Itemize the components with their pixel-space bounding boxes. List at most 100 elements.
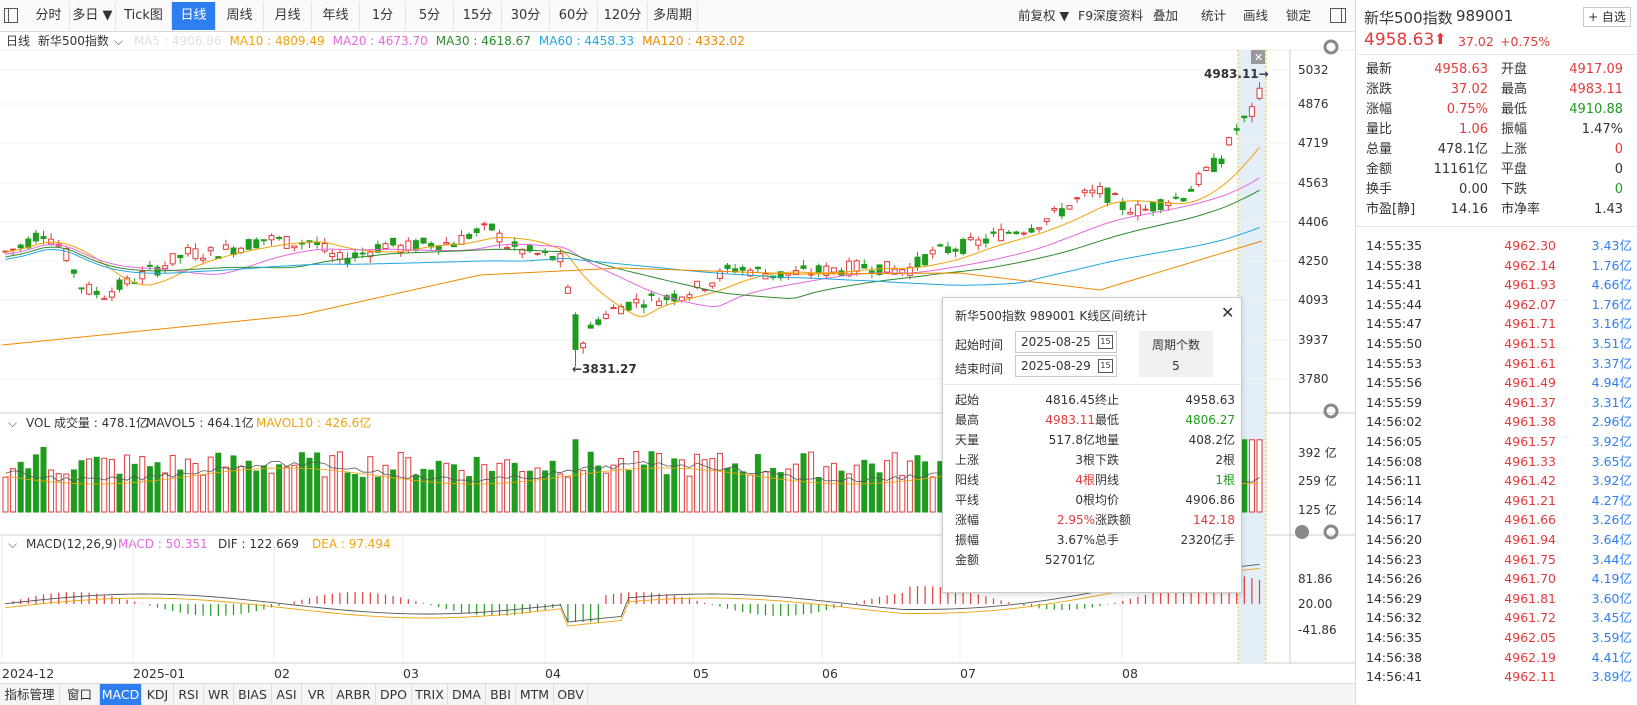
start-date-field[interactable]: 2025-08-25 15: [1015, 331, 1117, 353]
stat-label: 阴线: [1095, 473, 1120, 487]
tab-indicator-14[interactable]: MTM: [516, 684, 554, 705]
candle-body: [169, 253, 176, 265]
tick-volume: 3.59亿: [1591, 630, 1632, 645]
stat-label: 阳线: [955, 473, 980, 487]
quote-value: 0.75%: [1446, 102, 1488, 117]
tick-row: 14:56:38 4962.19 4.41亿: [1364, 648, 1632, 668]
tab-indicator-0[interactable]: 指标管理: [0, 684, 60, 705]
candle-body: [420, 237, 427, 244]
calendar-icon[interactable]: 15: [1098, 335, 1113, 349]
tab-indicator-2[interactable]: MACD: [100, 684, 142, 705]
tick-row: 14:56:17 4961.66 3.26亿: [1364, 510, 1632, 530]
tab-period-8[interactable]: 5分: [406, 2, 454, 30]
candle-body: [922, 254, 929, 266]
quote-label: 最低: [1501, 102, 1528, 117]
end-date-value: 2025-08-29: [1021, 359, 1091, 373]
tab-indicator-7[interactable]: ASI: [272, 684, 302, 705]
quote-value: 4910.88: [1569, 102, 1623, 117]
tab-indicator-11[interactable]: TRIX: [412, 684, 448, 705]
stat-value: 408.2亿: [1188, 433, 1235, 447]
quote-label: 振幅: [1501, 122, 1528, 137]
toolbar-tool-3[interactable]: 统计: [1201, 2, 1226, 30]
candle-body: [1096, 186, 1103, 195]
tick-volume: 3.16亿: [1591, 316, 1632, 332]
tick-time: 14:56:26: [1366, 571, 1423, 587]
candle-body: [1210, 157, 1217, 173]
tab-indicator-5[interactable]: WR: [204, 684, 234, 705]
tick-volume: 4.27亿: [1591, 492, 1632, 508]
volume-bar: [716, 452, 723, 513]
tab-period-4[interactable]: 周线: [216, 2, 264, 30]
volume-bar: [238, 466, 245, 513]
tab-indicator-9[interactable]: ARBR: [332, 684, 376, 705]
close-icon[interactable]: ✕: [1221, 303, 1234, 322]
tab-indicator-6[interactable]: BIAS: [234, 684, 272, 705]
tick-price: 4961.94: [1504, 532, 1556, 547]
stat-value: 1根: [1215, 473, 1235, 487]
period-count-box: 周期个数 5: [1139, 331, 1213, 377]
toolbar-tool-4[interactable]: 画线: [1243, 2, 1268, 30]
candle-body: [724, 264, 731, 269]
tick-price: 4962.07: [1504, 296, 1556, 312]
tab-period-5[interactable]: 月线: [264, 2, 312, 30]
tick-price: 4961.38: [1504, 414, 1556, 430]
candle-body: [1028, 228, 1035, 233]
volume-bar: [222, 466, 229, 513]
toolbar-tool-1[interactable]: F9深度资料: [1078, 2, 1143, 30]
tab-period-0[interactable]: 分时: [28, 2, 70, 30]
tab-indicator-8[interactable]: VR: [302, 684, 332, 705]
tick-time: 14:56:11: [1366, 473, 1423, 489]
tick-price: 4961.72: [1504, 610, 1556, 626]
tab-period-7[interactable]: 1分: [360, 2, 406, 30]
candle-body: [504, 246, 511, 250]
toolbar-tool-2[interactable]: 叠加: [1153, 2, 1178, 30]
tab-period-2[interactable]: Tick图: [116, 2, 172, 30]
tab-period-1[interactable]: 多日 ▼: [70, 2, 116, 30]
toolbar-tool-0[interactable]: 前复权 ▼: [1018, 2, 1069, 30]
tab-indicator-4[interactable]: RSI: [174, 684, 204, 705]
volume-bar: [169, 454, 176, 513]
tab-period-11[interactable]: 60分: [550, 2, 598, 30]
sidebar-toggle-icon[interactable]: [4, 8, 18, 23]
tab-period-12[interactable]: 120分: [598, 2, 648, 30]
panel-toggle-icon[interactable]: [1330, 8, 1346, 23]
volume-bar: [625, 470, 632, 513]
tab-indicator-15[interactable]: OBV: [554, 684, 588, 705]
tab-period-13[interactable]: 多周期: [648, 2, 698, 30]
macd-tick: 81.86: [1298, 572, 1332, 586]
volume-bar: [618, 458, 625, 513]
quote-divider: [1356, 54, 1637, 55]
quote-name: 新华500指数: [1364, 9, 1453, 27]
tab-period-10[interactable]: 30分: [502, 2, 550, 30]
tick-volume: 4.66亿: [1591, 277, 1632, 293]
price-tick: 4719: [1298, 136, 1329, 150]
low-price-marker: ←3831.27: [572, 362, 637, 376]
tab-period-9[interactable]: 15分: [454, 2, 502, 30]
tick-time: 14:56:29: [1366, 590, 1423, 606]
tab-period-6[interactable]: 年线: [312, 2, 360, 30]
candle-body: [1005, 231, 1012, 234]
tab-indicator-3[interactable]: KDJ: [142, 684, 174, 705]
candle-body: [709, 282, 716, 287]
candle-body: [101, 297, 108, 301]
toolbar-tool-5[interactable]: 锁定: [1286, 2, 1311, 30]
volume-bar: [124, 454, 131, 513]
x-axis-label: 07: [960, 666, 976, 681]
volume-bar: [139, 456, 146, 513]
tab-indicator-10[interactable]: DPO: [376, 684, 412, 705]
candle-body: [602, 313, 609, 319]
tab-indicator-1[interactable]: 窗口: [60, 684, 100, 705]
tab-indicator-12[interactable]: DMA: [448, 684, 486, 705]
tab-period-3[interactable]: 日线: [172, 2, 216, 30]
volume-bar: [154, 462, 161, 513]
volume-bar: [131, 463, 138, 513]
candle-body: [1248, 106, 1255, 117]
tick-row: 14:56:14 4961.21 4.27亿: [1364, 491, 1632, 511]
calendar-icon[interactable]: 15: [1098, 359, 1113, 373]
end-date-field[interactable]: 2025-08-29 15: [1015, 355, 1117, 377]
tab-indicator-13[interactable]: BBI: [486, 684, 516, 705]
volume-bar: [488, 470, 495, 513]
tick-price: 4961.71: [1504, 316, 1556, 332]
add-watchlist-button[interactable]: + 自选: [1583, 7, 1631, 27]
candle-body: [830, 267, 837, 273]
